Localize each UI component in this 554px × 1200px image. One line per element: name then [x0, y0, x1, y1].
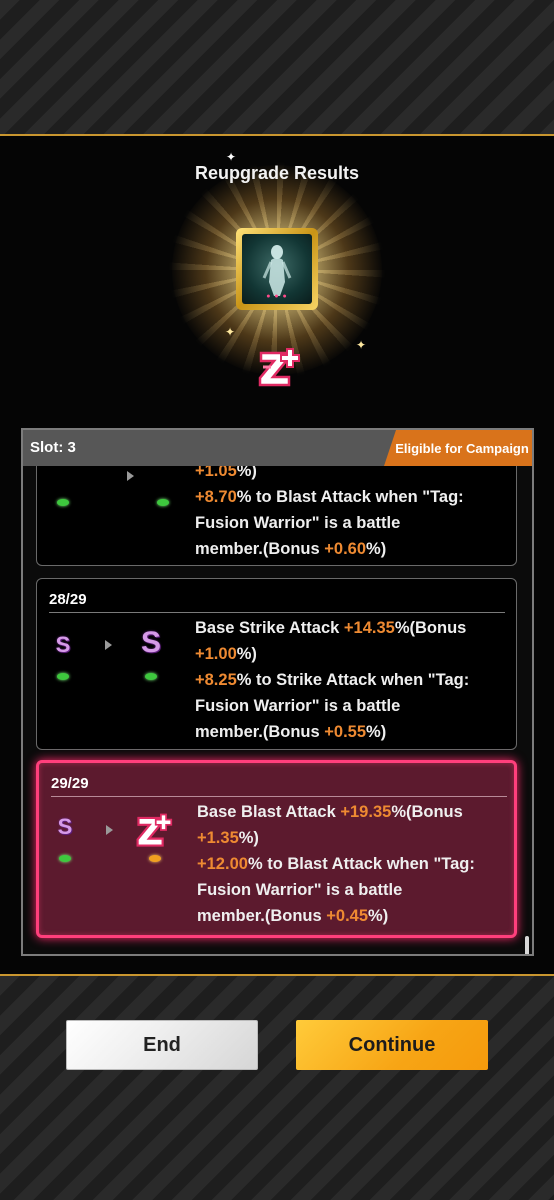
- gem-icon: [57, 673, 69, 680]
- reupgrade-card: Slot: 3 Eligible for Campaign S S +1.05%…: [21, 428, 534, 956]
- gem-icon: [157, 499, 169, 506]
- z-plus-icon: [136, 813, 173, 847]
- continue-button[interactable]: Continue: [296, 1020, 488, 1070]
- campaign-badge: Eligible for Campaign: [384, 430, 532, 466]
- arrow-right-icon: [105, 640, 112, 650]
- gem-icon: [59, 855, 71, 862]
- gem-icon: [57, 499, 69, 506]
- sparkle-icon: ✦: [226, 150, 237, 164]
- list-item: 28/29 S S Base Strike Attack +14.35%(Bon…: [36, 578, 517, 750]
- entry-description: Base Blast Attack +19.35%(Bonus +1.35%) …: [197, 803, 475, 925]
- s-rank-icon: S: [57, 814, 73, 839]
- rarity-dots-icon: ● ● ●: [266, 293, 288, 300]
- scrollbar-thumb[interactable]: [525, 936, 529, 954]
- sparkle-icon: ✦: [356, 338, 367, 352]
- s-rank-icon: S: [140, 626, 161, 659]
- gem-icon: [145, 673, 157, 680]
- z-plus-icon: [258, 348, 300, 387]
- results-scroll-list[interactable]: S S +1.05%) +8.70% to Blast Attack when …: [23, 466, 532, 954]
- arrow-right-icon: [106, 825, 113, 835]
- continue-button-label: Continue: [348, 1033, 436, 1056]
- gem-icon: [149, 855, 161, 862]
- entry-description: +1.05%) +8.70% to Blast Attack when "Tag…: [195, 466, 464, 558]
- list-item-selected[interactable]: 29/29 S Base Blast Attack +19.35%(Bonus …: [36, 760, 517, 938]
- bottom-background: [0, 976, 554, 1200]
- top-background: [0, 0, 554, 134]
- list-item: S S +1.05%) +8.70% to Blast Attack when …: [36, 466, 517, 566]
- upgrade-level: 28/29: [49, 591, 505, 613]
- entry-description: Base Strike Attack +14.35%(Bonus +1.00%)…: [195, 619, 470, 741]
- end-button-label: End: [143, 1033, 181, 1056]
- sparkle-icon: ✦: [225, 325, 236, 339]
- page-title: Reupgrade Results: [194, 163, 360, 183]
- upgrade-level: 29/29: [51, 775, 507, 797]
- medal-icon: ● ● ●: [236, 228, 318, 310]
- s-rank-icon: S: [55, 632, 71, 657]
- arrow-right-icon: [127, 471, 134, 481]
- campaign-badge-label: Eligible for Campaign: [395, 440, 529, 456]
- slot-header: Slot: 3 Eligible for Campaign: [23, 430, 532, 466]
- end-button[interactable]: End: [66, 1020, 258, 1070]
- slot-label: Slot: 3: [30, 439, 76, 456]
